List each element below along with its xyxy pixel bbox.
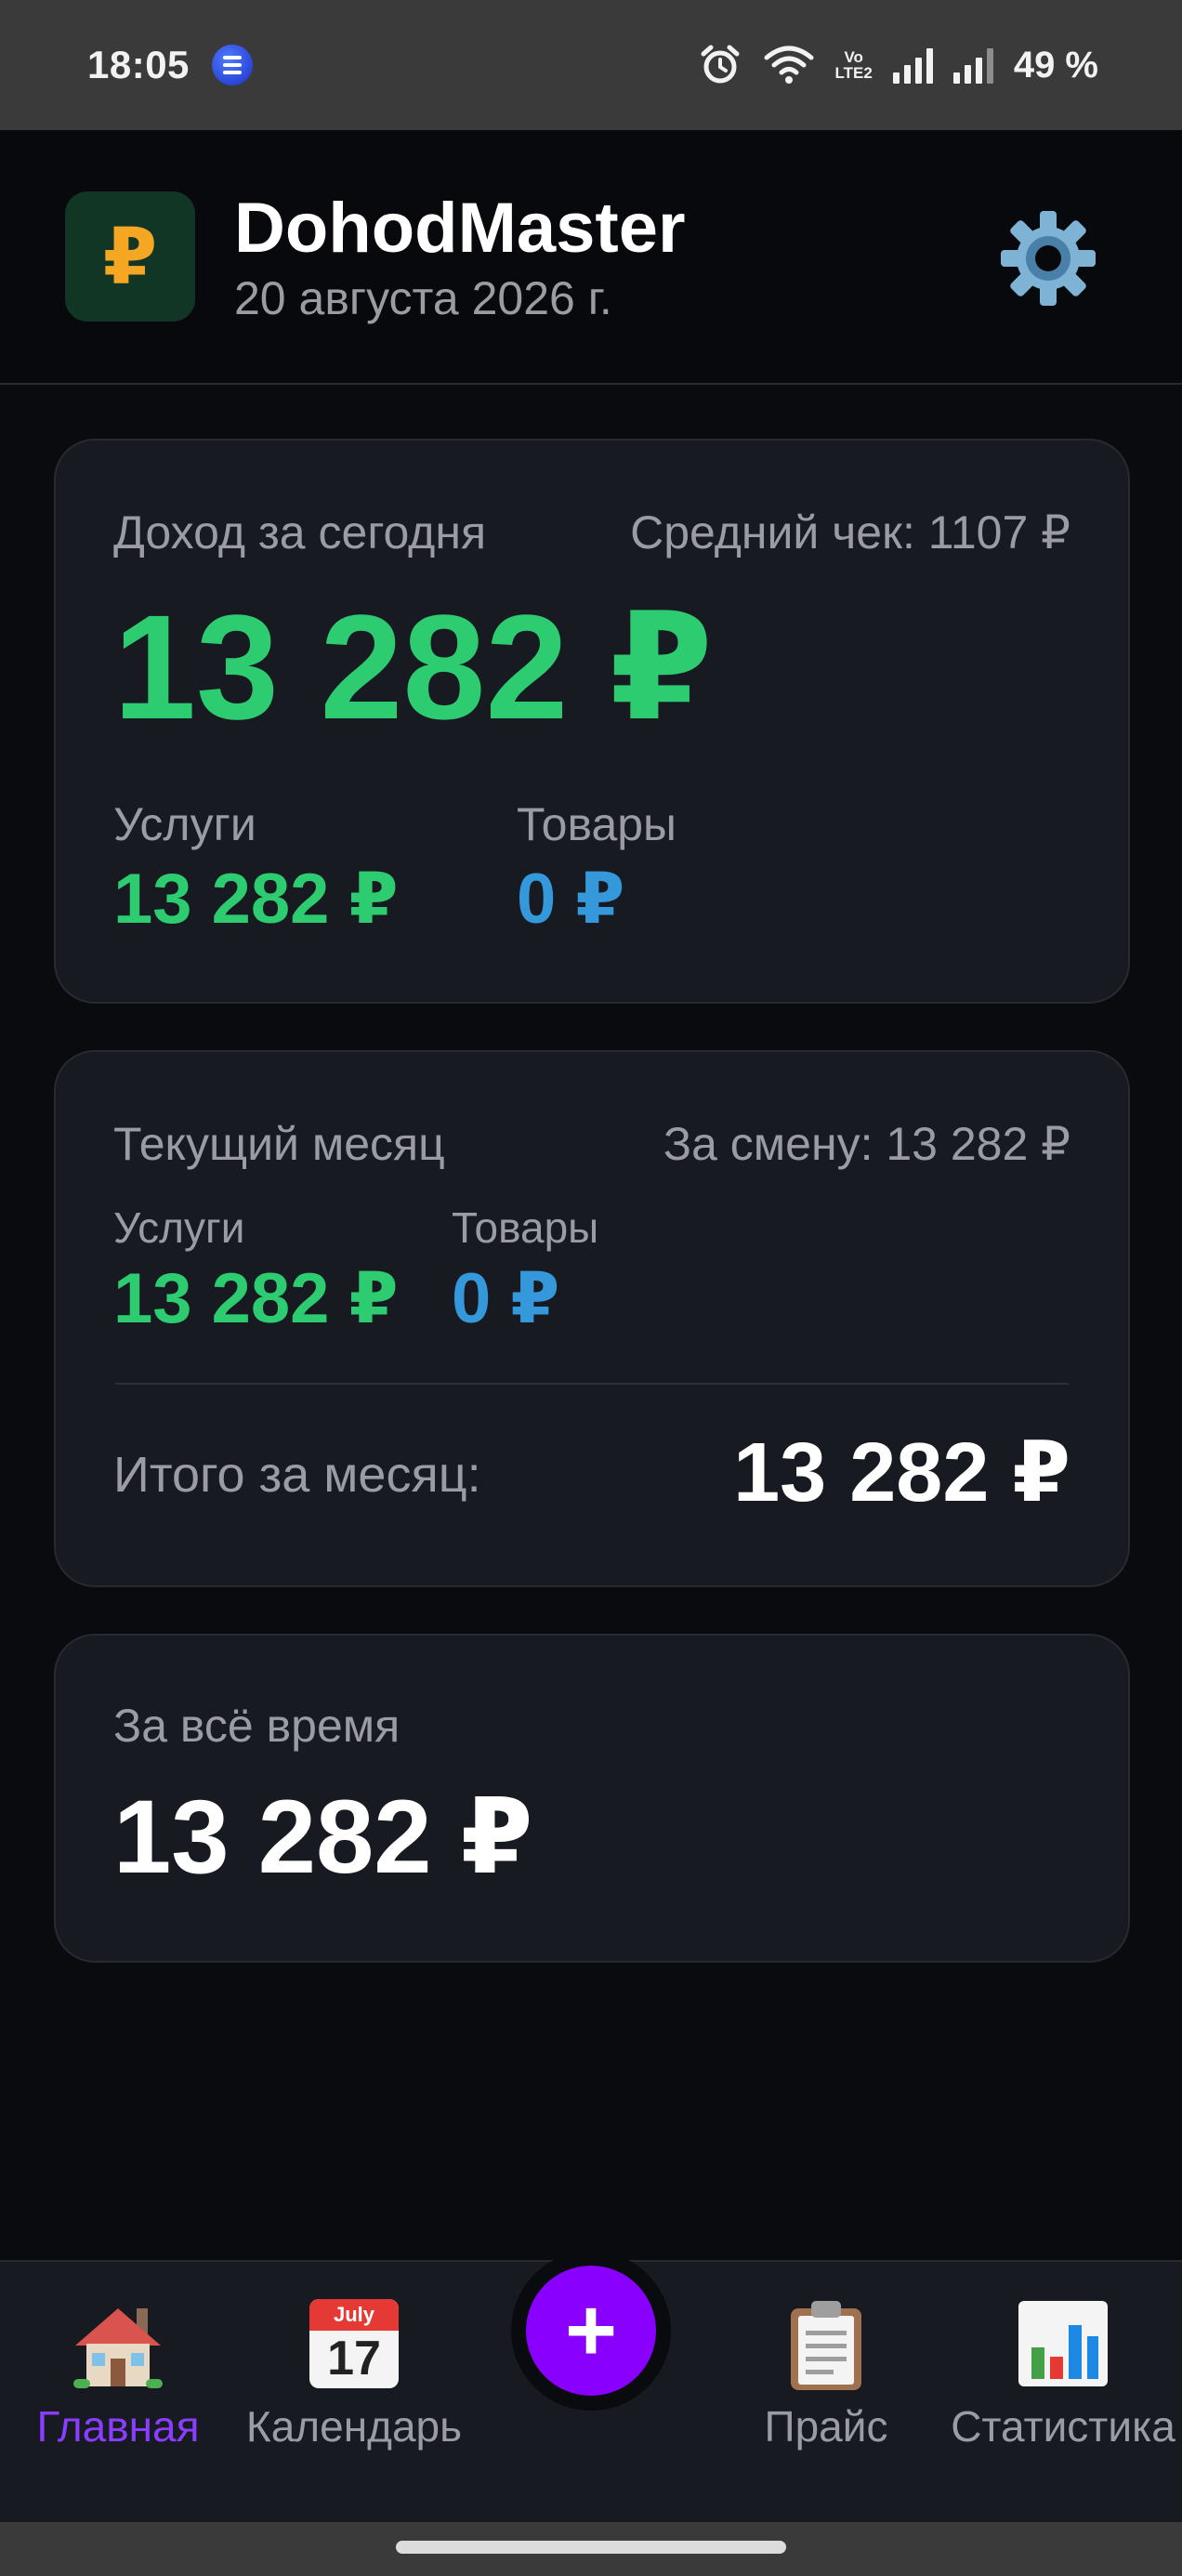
status-bar: 18:05 Vo LTE2 49 %	[0, 0, 1182, 130]
today-services-value: 13 282 ₽	[113, 860, 399, 939]
nav-home[interactable]: Главная	[0, 2262, 236, 2524]
calendar-icon: July 17	[309, 2299, 399, 2388]
app-logo: ₽	[65, 191, 195, 322]
today-income-label: Доход за сегодня	[113, 506, 487, 559]
volte-icon: Vo LTE2	[834, 48, 873, 82]
month-goods-label: Товары	[452, 1203, 599, 1252]
today-goods-label: Товары	[517, 798, 676, 850]
battery-percent: 49 %	[1013, 44, 1098, 85]
alarm-icon	[701, 45, 740, 84]
current-month-label: Текущий месяц	[113, 1118, 445, 1170]
today-goods-value: 0 ₽	[517, 860, 625, 939]
bar-chart-icon	[1018, 2301, 1108, 2386]
current-month-card: Текущий месяц За смену: 13 282 ₽ Услуги …	[54, 1050, 1130, 1587]
average-check: Средний чек: 1107 ₽	[630, 506, 1070, 559]
nav-home-label: Главная	[36, 2402, 200, 2451]
month-services-label: Услуги	[113, 1203, 245, 1252]
nav-price-label: Прайс	[764, 2402, 888, 2451]
add-entry-button-ring: +	[511, 2251, 671, 2411]
signal-icon-2	[952, 46, 993, 84]
nav-stats[interactable]: Статистика	[944, 2262, 1182, 2524]
month-total-label: Итого за месяц:	[113, 1447, 481, 1503]
divider	[115, 1383, 1069, 1385]
wifi-icon	[764, 46, 814, 84]
nav-calendar-label: Календарь	[245, 2402, 463, 2451]
month-total-value: 13 282 ₽	[733, 1426, 1070, 1519]
today-income-total: 13 282 ₽	[113, 584, 714, 750]
status-icons: Vo LTE2 49 %	[698, 43, 1098, 87]
nav-stats-label: Статистика	[951, 2402, 1175, 2451]
today-services-label: Услуги	[113, 798, 256, 850]
ruble-logo-icon: ₽	[102, 213, 158, 300]
house-icon	[73, 2308, 163, 2388]
all-time-card: За всё время 13 282 ₽	[54, 1634, 1130, 1963]
notification-app-icon	[211, 45, 253, 85]
add-entry-button[interactable]: +	[526, 2266, 656, 2396]
screen: 18:05 Vo LTE2 49 % ₽ DohodMaster 20 авгу…	[0, 0, 1182, 2576]
app-title: DohodMaster	[234, 189, 686, 268]
settings-button[interactable]	[994, 204, 1102, 312]
clipboard-icon	[791, 2301, 861, 2390]
gear-icon	[1001, 211, 1096, 306]
plus-icon: +	[564, 2280, 618, 2380]
gesture-handle[interactable]	[396, 2541, 786, 2554]
app-header: ₽ DohodMaster 20 августа 2026 г.	[0, 130, 1182, 385]
current-date: 20 августа 2026 г.	[234, 272, 612, 324]
all-time-total: 13 282 ₽	[113, 1779, 533, 1895]
today-income-card: Доход за сегодня Средний чек: 1107 ₽ 13 …	[54, 439, 1130, 1004]
all-time-label: За всё время	[113, 1700, 401, 1752]
nav-price[interactable]: Прайс	[708, 2262, 944, 2524]
status-time: 18:05	[87, 43, 190, 86]
signal-icon-1	[892, 46, 933, 84]
month-goods-value: 0 ₽	[452, 1259, 560, 1338]
month-services-value: 13 282 ₽	[113, 1259, 399, 1338]
shift-income: За смену: 13 282 ₽	[663, 1118, 1070, 1170]
system-gesture-bar	[0, 2522, 1182, 2576]
nav-calendar[interactable]: July 17 Календарь	[236, 2262, 472, 2524]
